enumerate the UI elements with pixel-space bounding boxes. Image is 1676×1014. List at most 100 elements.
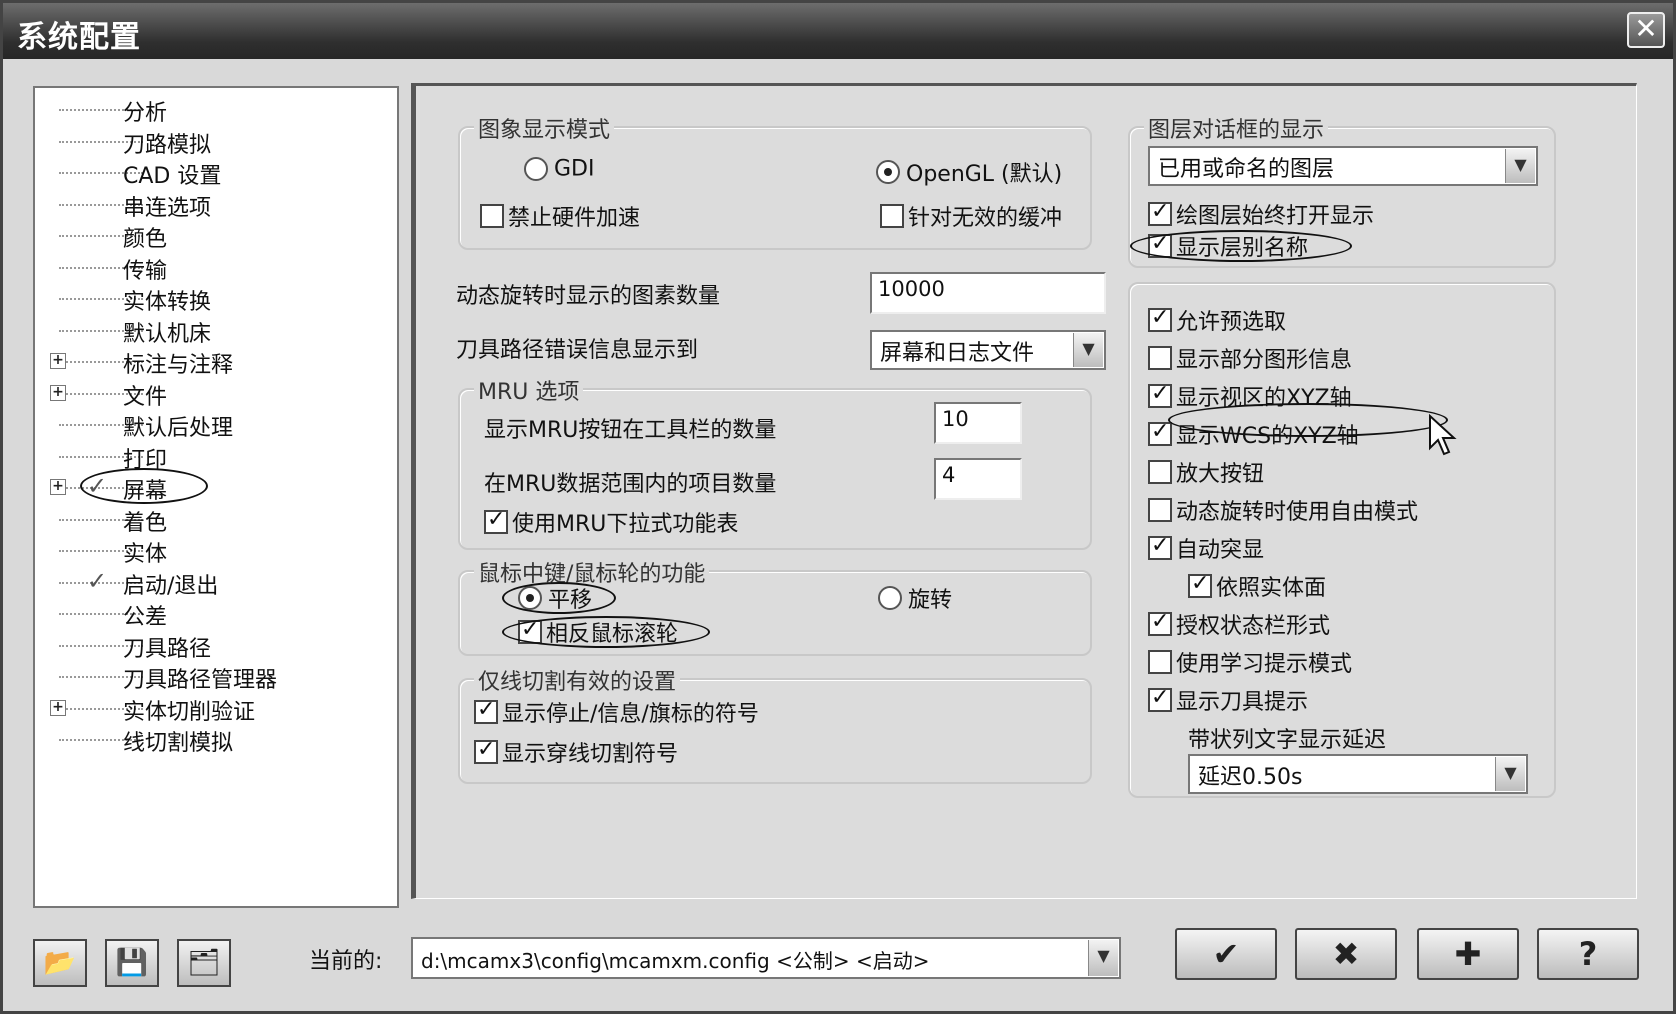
disable-hw-accel-checkbox[interactable]: 禁止硬件加速	[480, 200, 640, 231]
rotate-radio-circle[interactable]	[878, 586, 902, 610]
invalid-buffer-checkbox[interactable]: 针对无效的缓冲	[880, 200, 1062, 231]
tree-item[interactable]: 默认后处理	[35, 409, 395, 441]
show-thread-label: 显示穿线切割符号	[502, 742, 679, 767]
mru-dropdown-box[interactable]	[484, 507, 508, 534]
save-config-button[interactable]: 💾	[105, 939, 159, 987]
help-button[interactable]: ?	[1537, 928, 1639, 980]
tree-item[interactable]: 串连选项	[35, 189, 395, 221]
tree-item[interactable]: ✓ 启动/退出	[35, 567, 395, 599]
option-checkbox-box[interactable]	[1148, 650, 1172, 674]
tree-item[interactable]: + 文件	[35, 378, 395, 410]
reverse-wheel-checkbox[interactable]: 相反鼠标滚轮	[518, 616, 678, 647]
mru-dropdown-checkbox[interactable]: 使用MRU下拉式功能表	[484, 506, 738, 537]
dynamic-rotation-input[interactable]: 10000	[870, 272, 1106, 314]
gdi-label: GDI	[554, 156, 595, 182]
option-checkbox[interactable]: 放大按钮	[1148, 456, 1264, 487]
tree-item[interactable]: 刀具路径	[35, 630, 395, 662]
tree-item[interactable]: 传输	[35, 252, 395, 284]
expand-plus-icon[interactable]: +	[50, 384, 66, 401]
disable-hw-accel-box[interactable]	[480, 204, 504, 228]
option-checkbox-box[interactable]	[1148, 533, 1172, 560]
option-checkbox-box[interactable]	[1148, 305, 1172, 332]
add-button[interactable]: ✚	[1417, 928, 1519, 980]
option-checkbox[interactable]: 自动突显	[1148, 532, 1264, 563]
tree-item[interactable]: 线切割模拟	[35, 724, 395, 756]
rotate-radio[interactable]: 旋转	[878, 582, 952, 613]
option-checkbox-box[interactable]	[1148, 609, 1172, 636]
option-checkbox-box[interactable]	[1148, 381, 1172, 408]
opengl-radio[interactable]: OpenGL (默认)	[876, 156, 1062, 187]
opengl-radio-circle[interactable]	[876, 160, 900, 184]
toolpath-error-select[interactable]: 屏幕和日志文件 ▼	[870, 330, 1106, 370]
tree-item[interactable]: CAD 设置	[35, 157, 395, 189]
chevron-down-icon[interactable]: ▼	[1073, 333, 1103, 367]
layers-always-open-checkbox[interactable]: 绘图层始终打开显示	[1148, 198, 1374, 229]
pan-radio-circle[interactable]	[518, 586, 542, 610]
tree-item[interactable]: 实体转换	[35, 283, 395, 315]
folder-merge-icon: 🗂	[187, 948, 221, 978]
tree-item[interactable]: 分析	[35, 94, 395, 126]
tree-item[interactable]: 默认机床	[35, 315, 395, 347]
mru-range-count-input[interactable]: 4	[934, 458, 1022, 500]
option-checkbox[interactable]: 使用学习提示模式	[1148, 646, 1352, 677]
option-checkbox-box[interactable]	[1148, 685, 1172, 712]
tree-item-label: 实体切削验证	[123, 699, 256, 725]
tree-item[interactable]: 着色	[35, 504, 395, 536]
save-icon: 💾	[115, 948, 149, 978]
expand-plus-icon[interactable]: +	[50, 699, 66, 716]
layer-display-title: 图层对话框的显示	[1144, 112, 1329, 144]
option-checkbox[interactable]: 显示WCS的XYZ轴	[1148, 418, 1359, 449]
open-config-button[interactable]: 📂	[33, 939, 87, 987]
tree-item[interactable]: 刀路模拟	[35, 126, 395, 158]
option-checkbox[interactable]: 显示视区的XYZ轴	[1148, 380, 1352, 411]
cancel-button[interactable]: ✖	[1295, 928, 1397, 980]
show-thread-box[interactable]	[474, 737, 498, 764]
chevron-down-icon[interactable]: ▼	[1088, 940, 1118, 976]
current-config-value: d:\mcamx3\config\mcamxm.config <公制> <启动>	[421, 949, 930, 973]
tree-item[interactable]: 实体	[35, 535, 395, 567]
tree-item[interactable]: + 实体切削验证	[35, 693, 395, 725]
option-checkbox-box[interactable]	[1148, 346, 1172, 370]
option-checkbox-box[interactable]	[1148, 419, 1172, 446]
close-button[interactable]: ✕	[1627, 12, 1665, 48]
option-checkbox[interactable]: 动态旋转时使用自由模式	[1148, 494, 1418, 525]
expand-plus-icon[interactable]: +	[50, 353, 66, 369]
expand-plus-icon[interactable]: +	[50, 479, 66, 495]
merge-config-button[interactable]: 🗂	[177, 939, 231, 987]
option-checkbox[interactable]: 允许预选取	[1148, 304, 1286, 335]
tree-item[interactable]: 颜色	[35, 220, 395, 252]
option-checkbox[interactable]: 显示部分图形信息	[1148, 342, 1352, 373]
tree-item[interactable]: 打印	[35, 441, 395, 473]
option-checkbox-box[interactable]	[1148, 460, 1172, 484]
chevron-down-icon[interactable]: ▼	[1495, 757, 1525, 791]
mru-toolbar-count-input[interactable]: 10	[934, 402, 1022, 444]
tree-item[interactable]: + 标注与注释	[35, 346, 395, 378]
tree-item[interactable]: 刀具路径管理器	[35, 661, 395, 693]
gdi-radio-circle[interactable]	[524, 157, 548, 181]
gdi-radio[interactable]: GDI	[524, 156, 594, 186]
option-checkbox[interactable]: 显示刀具提示	[1148, 684, 1308, 715]
option-checkbox-box[interactable]	[1188, 571, 1212, 598]
show-layer-names-checkbox[interactable]: 显示层别名称	[1148, 230, 1308, 261]
show-stop-box[interactable]	[474, 697, 498, 724]
show-thread-checkbox[interactable]: 显示穿线切割符号	[474, 736, 679, 767]
layers-always-open-box[interactable]	[1148, 199, 1172, 226]
current-config-select[interactable]: d:\mcamx3\config\mcamxm.config <公制> <启动>…	[411, 937, 1121, 979]
tooltip-delay-select[interactable]: 延迟0.50s ▼	[1188, 754, 1528, 794]
tree-item[interactable]: 公差	[35, 598, 395, 630]
option-checkbox-box[interactable]	[1148, 498, 1172, 522]
option-checkbox[interactable]: 依照实体面	[1188, 570, 1326, 601]
invalid-buffer-box[interactable]	[880, 204, 904, 228]
show-stop-checkbox[interactable]: 显示停止/信息/旗标的符号	[474, 696, 759, 727]
reverse-wheel-box[interactable]	[518, 617, 542, 644]
category-tree[interactable]: 分析 刀路模拟 CAD 设置 串连选项 颜色 传输 实体转换 默认机床 + 标注与注释 + 文件 默认后…	[33, 86, 399, 908]
pan-radio[interactable]: 平移	[518, 582, 592, 613]
show-layer-names-box[interactable]	[1148, 231, 1172, 258]
ok-button[interactable]: ✔	[1175, 928, 1277, 980]
option-checkbox[interactable]: 授权状态栏形式	[1148, 608, 1330, 639]
tree-item-label: 公差	[123, 605, 168, 630]
chevron-down-icon[interactable]: ▼	[1505, 149, 1535, 183]
system-config-dialog: 系统配置 ✕ 分析 刀路模拟 CAD 设置 串连选项 颜色 传输 实体转换 默认机床 + 标注与注…	[0, 0, 1676, 1014]
tree-item[interactable]: + ✓ 屏幕	[35, 468, 395, 504]
layer-select[interactable]: 已用或命名的图层 ▼	[1148, 146, 1538, 186]
